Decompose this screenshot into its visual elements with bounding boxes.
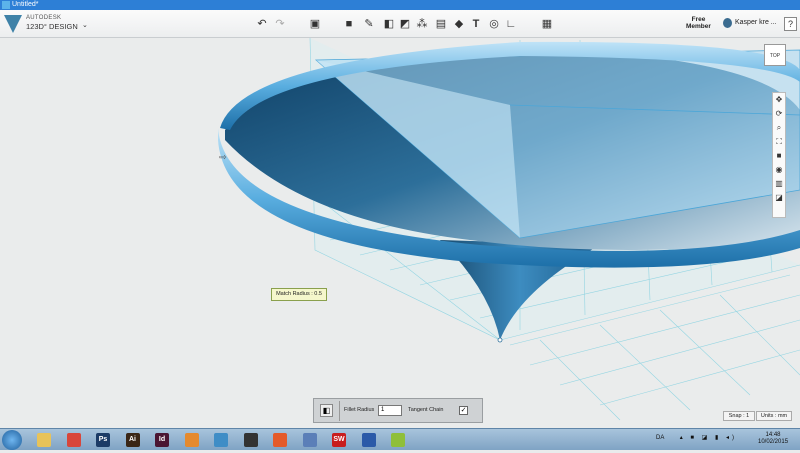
undo-icon[interactable]: ↶	[254, 16, 270, 32]
sketchbook-icon[interactable]	[267, 431, 293, 449]
panel-divider	[339, 401, 340, 421]
user-avatar-icon[interactable]	[723, 18, 732, 28]
visibility-eye-icon[interactable]: ◉	[773, 163, 785, 177]
text-icon[interactable]: T	[468, 16, 484, 32]
windows-start-icon[interactable]	[2, 430, 22, 450]
display-icon[interactable]: ▥	[773, 177, 785, 191]
notepad-icon[interactable]	[385, 431, 411, 449]
chrome-icon-glyph	[66, 433, 81, 447]
primitives-icon[interactable]: ■	[341, 16, 357, 32]
solidworks-icon-glyph: SW	[332, 433, 346, 447]
sketchbook-icon-glyph	[273, 433, 287, 447]
folder-icon[interactable]	[31, 431, 57, 449]
measure-icon[interactable]: ∟	[503, 16, 519, 32]
sketch-icon[interactable]: ✎	[361, 16, 377, 32]
123d-design-icon-glyph	[214, 433, 228, 447]
123d-logo-icon[interactable]	[4, 15, 22, 33]
member-line-1: Free	[691, 16, 706, 23]
tangent-chain-checkbox[interactable]: ✓	[459, 406, 468, 415]
inkscape-icon[interactable]	[238, 431, 264, 449]
fillet-tool-icon[interactable]: ◧	[320, 404, 333, 417]
units-setting[interactable]: Units : mm	[756, 411, 792, 421]
folder-icon-glyph	[37, 433, 51, 447]
brand-line-1: AUTODESK	[26, 15, 62, 21]
zoom-icon[interactable]: ⌕	[773, 121, 785, 135]
tangent-chain-label: Tangent Chain	[408, 407, 444, 413]
tray-icons[interactable]: ▴ ■ ◪ ▮ ◂)	[680, 435, 737, 441]
transform-icon[interactable]: ▣	[307, 16, 323, 32]
virtualbox-icon-glyph	[302, 433, 317, 447]
navigation-bar: ✥ ⟳ ⌕ ⛶ ■ ◉ ▥ ◪	[772, 92, 786, 218]
help-button[interactable]: ?	[784, 17, 797, 31]
windows-taskbar: Ps Ai Id SW DA ▴ ■ ◪ ▮ ◂) 14:48 10/02/2015	[0, 428, 800, 450]
modify-icon[interactable]: ◩	[397, 16, 413, 32]
solidworks-icon[interactable]: SW	[326, 431, 352, 449]
app-icon	[2, 1, 10, 9]
photoshop-icon-glyph: Ps	[96, 433, 110, 447]
grouping-icon[interactable]: ▤	[433, 16, 449, 32]
pattern-icon[interactable]: ⁂	[414, 16, 430, 32]
indesign-icon[interactable]: Id	[149, 431, 175, 449]
settings-app-icon[interactable]	[356, 431, 382, 449]
edge-arrow-icon[interactable]: ⇨	[219, 153, 227, 163]
match-radius-tooltip: Match Radius : 0.5	[271, 288, 327, 301]
fillet-radius-label: Fillet Radius	[344, 407, 375, 413]
photoshop-icon[interactable]: Ps	[90, 431, 116, 449]
view-mode-icon[interactable]: ■	[773, 149, 785, 163]
scene-render: ⇨	[218, 38, 800, 421]
illustrator-icon-glyph: Ai	[125, 433, 140, 447]
123d-design-icon[interactable]	[208, 431, 234, 449]
redo-icon[interactable]: ↷	[272, 16, 288, 32]
clock[interactable]: 14:48 10/02/2015	[758, 432, 788, 446]
clock-date: 10/02/2015	[758, 439, 789, 445]
blender-icon-glyph	[184, 433, 199, 447]
system-tray: DA ▴ ■ ◪ ▮ ◂)	[656, 434, 737, 441]
member-line-2: Member	[686, 23, 711, 30]
blender-icon[interactable]	[179, 431, 205, 449]
3d-viewport[interactable]: ⇨	[0, 38, 800, 428]
brand-line-2: 123D° DESIGN	[26, 22, 78, 31]
language-indicator[interactable]: DA	[656, 435, 664, 441]
pan-icon[interactable]: ✥	[773, 93, 785, 107]
app-menu-chevron-icon[interactable]: ⌄	[82, 21, 88, 29]
fillet-panel: ◧ Fillet Radius 1 Tangent Chain ✓	[313, 398, 483, 423]
fit-icon[interactable]: ⛶	[773, 135, 785, 149]
main-toolbar: AUTODESK 123D° DESIGN ⌄ ↶ ↷ ▣ ■ ✎ ◧ ◩ ⁂ …	[0, 10, 800, 38]
chrome-icon[interactable]	[61, 431, 87, 449]
construct-icon[interactable]: ◧	[381, 16, 397, 32]
window-title: Untitled*	[12, 1, 39, 8]
clock-time: 14:48	[765, 432, 781, 438]
settings-app-icon-glyph	[361, 433, 376, 447]
snap-icon[interactable]: ◎	[486, 16, 502, 32]
indesign-icon-glyph: Id	[155, 433, 169, 447]
snap-setting[interactable]: Snap : 1	[723, 411, 755, 421]
orbit-icon[interactable]: ⟳	[773, 107, 785, 121]
illustrator-icon[interactable]: Ai	[120, 431, 146, 449]
viewcube-navigator[interactable]: TOP	[764, 44, 786, 66]
username-dropdown[interactable]: Kasper kre ...	[735, 19, 777, 26]
membership-status[interactable]: Free Member	[686, 16, 711, 30]
material-view-icon[interactable]: ◪	[773, 191, 785, 205]
combine-icon[interactable]: ◆	[451, 16, 467, 32]
fillet-radius-input[interactable]: 1	[378, 405, 402, 416]
virtualbox-icon[interactable]	[297, 431, 323, 449]
vertex-marker[interactable]	[497, 337, 503, 343]
material-icon[interactable]: ▦	[539, 16, 555, 32]
notepad-icon-glyph	[391, 433, 405, 447]
inkscape-icon-glyph	[243, 433, 258, 447]
window-titlebar: Untitled*	[0, 0, 800, 10]
